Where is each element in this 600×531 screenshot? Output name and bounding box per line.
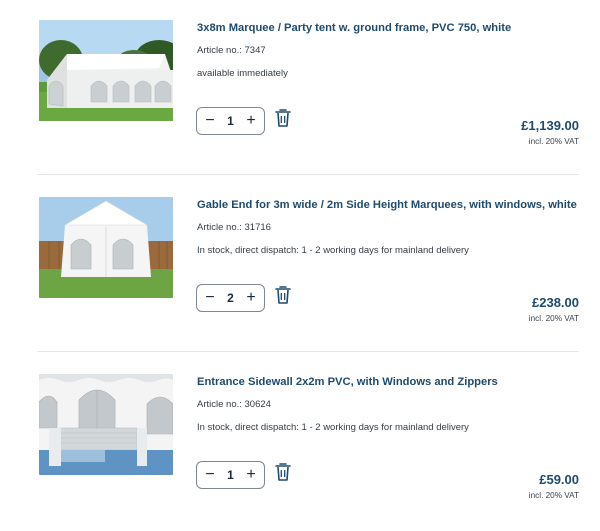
trash-icon[interactable] [275, 108, 291, 128]
increment-button[interactable]: + [244, 111, 258, 131]
product-image[interactable] [39, 20, 173, 121]
vat-note: incl. 20% VAT [528, 137, 579, 146]
product-title[interactable]: 3x8m Marquee / Party tent w. ground fram… [197, 22, 511, 34]
increment-button[interactable]: + [244, 465, 258, 485]
product-image[interactable] [39, 374, 173, 475]
item-divider [37, 351, 579, 352]
quantity-value[interactable]: 1 [227, 114, 234, 128]
product-title[interactable]: Gable End for 3m wide / 2m Side Height M… [197, 199, 577, 211]
quantity-stepper: − 1 + [196, 107, 265, 135]
quantity-value[interactable]: 2 [227, 291, 234, 305]
item-price: £59.00 [539, 472, 579, 487]
vat-note: incl. 20% VAT [528, 491, 579, 500]
trash-icon[interactable] [275, 285, 291, 305]
sidewall-photo [39, 374, 173, 475]
product-image[interactable] [39, 197, 173, 298]
product-title[interactable]: Entrance Sidewall 2x2m PVC, with Windows… [197, 376, 498, 388]
cart-item: Gable End for 3m wide / 2m Side Height M… [37, 177, 579, 354]
availability-status: available immediately [197, 68, 288, 79]
increment-button[interactable]: + [244, 288, 258, 308]
cart-list: 3x8m Marquee / Party tent w. ground fram… [0, 0, 600, 521]
trash-icon[interactable] [275, 462, 291, 482]
quantity-value[interactable]: 1 [227, 468, 234, 482]
quantity-stepper: − 1 + [196, 461, 265, 489]
article-number: Article no.: 7347 [197, 45, 266, 56]
item-price: £1,139.00 [521, 118, 579, 133]
item-divider [37, 174, 579, 175]
article-number: Article no.: 31716 [197, 222, 271, 233]
quantity-stepper: − 2 + [196, 284, 265, 312]
availability-status: In stock, direct dispatch: 1 - 2 working… [197, 422, 469, 433]
article-number: Article no.: 30624 [197, 399, 271, 410]
vat-note: incl. 20% VAT [528, 314, 579, 323]
decrement-button[interactable]: − [203, 111, 217, 131]
gable-end-photo [39, 197, 173, 298]
cart-item: 3x8m Marquee / Party tent w. ground fram… [37, 0, 579, 177]
availability-status: In stock, direct dispatch: 1 - 2 working… [197, 245, 469, 256]
marquee-photo [39, 20, 173, 121]
cart-item: Entrance Sidewall 2x2m PVC, with Windows… [37, 354, 579, 531]
decrement-button[interactable]: − [203, 288, 217, 308]
item-price: £238.00 [532, 295, 579, 310]
decrement-button[interactable]: − [203, 465, 217, 485]
